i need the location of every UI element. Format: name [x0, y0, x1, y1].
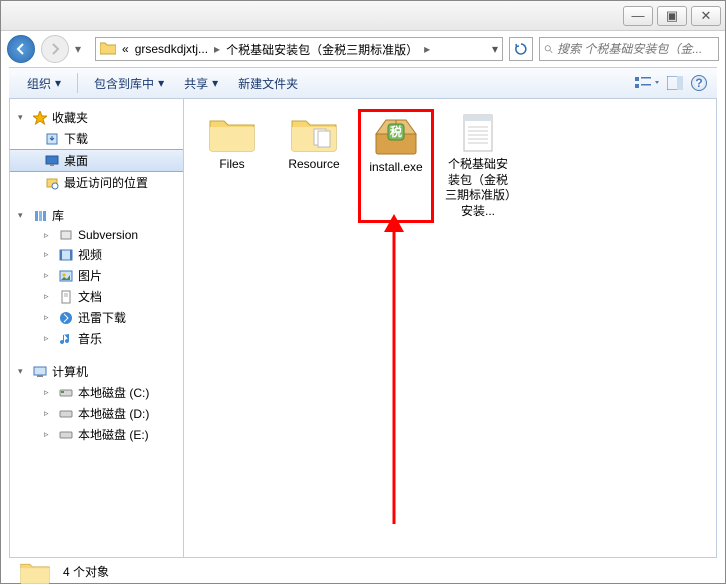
chevron-right-icon[interactable]: ▸ [422, 42, 432, 56]
text-file-item[interactable]: 个税基础安装包（金税三期标准版）安装... [440, 109, 516, 223]
breadcrumb-part[interactable]: 个税基础安装包（金税三期标准版） [224, 41, 420, 58]
back-button[interactable] [7, 35, 35, 63]
collapse-icon[interactable]: ▾ [18, 112, 28, 123]
libraries-header[interactable]: ▾ 库 [10, 205, 183, 226]
address-dropdown[interactable]: ▾ [492, 42, 498, 56]
navbar: ▾ « grsesdkdjxtj... ▸ 个税基础安装包（金税三期标准版） ▸… [1, 31, 725, 67]
file-pane[interactable]: Files Resource 税 install.exe 个税基础安装包（金税三… [184, 99, 716, 557]
expand-icon[interactable]: ▹ [44, 408, 54, 419]
svn-icon [58, 228, 74, 242]
sidebar-item-music[interactable]: ▹音乐 [10, 328, 183, 349]
favorites-header[interactable]: ▾ 收藏夹 [10, 107, 183, 128]
folder-item[interactable]: Files [194, 109, 270, 223]
body: ▾ 收藏夹 下载 桌面 最近访问的位置 [9, 99, 717, 557]
minimize-button[interactable]: — [623, 6, 653, 26]
sidebar-item-recent[interactable]: 最近访问的位置 [10, 172, 183, 193]
titlebar: — ▣ ✕ [1, 1, 725, 31]
recent-icon [44, 176, 60, 190]
sidebar-item-pictures[interactable]: ▹图片 [10, 265, 183, 286]
expand-icon[interactable]: ▹ [44, 333, 54, 344]
expand-icon[interactable]: ▹ [44, 249, 54, 260]
video-icon [58, 248, 74, 262]
address-bar[interactable]: « grsesdkdjxtj... ▸ 个税基础安装包（金税三期标准版） ▸ ▾ [95, 37, 503, 61]
file-label: Files [219, 157, 244, 173]
svg-text:税: 税 [390, 124, 402, 139]
close-button[interactable]: ✕ [691, 6, 721, 26]
sidebar-item-xunlei[interactable]: ▹迅雷下载 [10, 307, 183, 328]
drive-icon [58, 428, 74, 442]
folder-item[interactable]: Resource [276, 109, 352, 223]
favorites-group: ▾ 收藏夹 下载 桌面 最近访问的位置 [10, 107, 183, 193]
file-label: 个税基础安装包（金税三期标准版）安装... [444, 157, 512, 219]
file-label: install.exe [369, 160, 422, 176]
expand-icon[interactable]: ▹ [44, 291, 54, 302]
computer-header[interactable]: ▾ 计算机 [10, 361, 183, 382]
expand-icon[interactable]: ▹ [44, 387, 54, 398]
search-input[interactable] [557, 42, 714, 56]
expand-icon[interactable]: ▹ [44, 270, 54, 281]
installer-icon: 税 [372, 116, 420, 156]
installer-item[interactable]: 税 install.exe [358, 109, 434, 223]
search-box[interactable] [539, 37, 719, 61]
drive-icon [58, 407, 74, 421]
breadcrumb: « grsesdkdjxtj... ▸ 个税基础安装包（金税三期标准版） ▸ [120, 41, 432, 58]
collapse-icon[interactable]: ▾ [18, 366, 28, 377]
folder-icon [19, 559, 51, 585]
sidebar-item-drive-e[interactable]: ▹本地磁盘 (E:) [10, 424, 183, 445]
maximize-button[interactable]: ▣ [657, 6, 687, 26]
preview-pane-button[interactable] [667, 76, 683, 90]
breadcrumb-part[interactable]: grsesdkdjxtj... [133, 42, 210, 56]
drive-icon [58, 386, 74, 400]
view-button[interactable] [635, 75, 659, 91]
share-button[interactable]: 共享 ▾ [176, 71, 226, 96]
sidebar-item-desktop[interactable]: 桌面 [10, 149, 183, 172]
sidebar-item-drive-d[interactable]: ▹本地磁盘 (D:) [10, 403, 183, 424]
help-button[interactable]: ? [691, 75, 707, 91]
text-file-icon [454, 113, 502, 153]
refresh-button[interactable] [509, 37, 533, 61]
document-icon [58, 290, 74, 304]
xunlei-icon [58, 311, 74, 325]
folder-icon [100, 41, 116, 57]
status-count: 4 个对象 [63, 563, 109, 580]
library-icon [32, 209, 48, 223]
explorer-window: — ▣ ✕ ▾ « grsesdkdjxtj... ▸ 个税基础安装包（金税三期… [0, 0, 726, 584]
music-icon [58, 332, 74, 346]
download-icon [44, 132, 60, 146]
favorites-label: 收藏夹 [52, 109, 88, 126]
sidebar-item-documents[interactable]: ▹文档 [10, 286, 183, 307]
sidebar: ▾ 收藏夹 下载 桌面 最近访问的位置 [10, 99, 184, 557]
annotation-arrow [374, 214, 414, 534]
sidebar-item-drive-c[interactable]: ▹本地磁盘 (C:) [10, 382, 183, 403]
libraries-group: ▾ 库 ▹Subversion ▹视频 ▹图片 ▹文档 ▹迅雷下载 ▹音乐 [10, 205, 183, 349]
folder-icon [208, 113, 256, 153]
toolbar: 组织 ▾ 包含到库中 ▾ 共享 ▾ 新建文件夹 ? [9, 67, 717, 99]
sidebar-item-downloads[interactable]: 下载 [10, 128, 183, 149]
expand-icon[interactable]: ▹ [44, 230, 54, 241]
history-dropdown[interactable]: ▾ [75, 42, 89, 56]
picture-icon [58, 269, 74, 283]
computer-icon [32, 365, 48, 379]
collapse-icon[interactable]: ▾ [18, 210, 28, 221]
star-icon [32, 111, 48, 125]
computer-group: ▾ 计算机 ▹本地磁盘 (C:) ▹本地磁盘 (D:) ▹本地磁盘 (E:) [10, 361, 183, 445]
forward-button [41, 35, 69, 63]
sidebar-item-subversion[interactable]: ▹Subversion [10, 226, 183, 244]
include-button[interactable]: 包含到库中 ▾ [86, 71, 172, 96]
sidebar-item-videos[interactable]: ▹视频 [10, 244, 183, 265]
search-icon [544, 43, 553, 55]
breadcrumb-prefix[interactable]: « [120, 42, 131, 56]
new-folder-button[interactable]: 新建文件夹 [230, 71, 306, 96]
expand-icon[interactable]: ▹ [44, 312, 54, 323]
organize-button[interactable]: 组织 ▾ [19, 71, 69, 96]
expand-icon[interactable]: ▹ [44, 429, 54, 440]
status-bar: 4 个对象 [9, 557, 717, 585]
file-label: Resource [288, 157, 339, 173]
chevron-right-icon[interactable]: ▸ [212, 42, 222, 56]
folder-icon [290, 113, 338, 153]
desktop-icon [44, 154, 60, 168]
